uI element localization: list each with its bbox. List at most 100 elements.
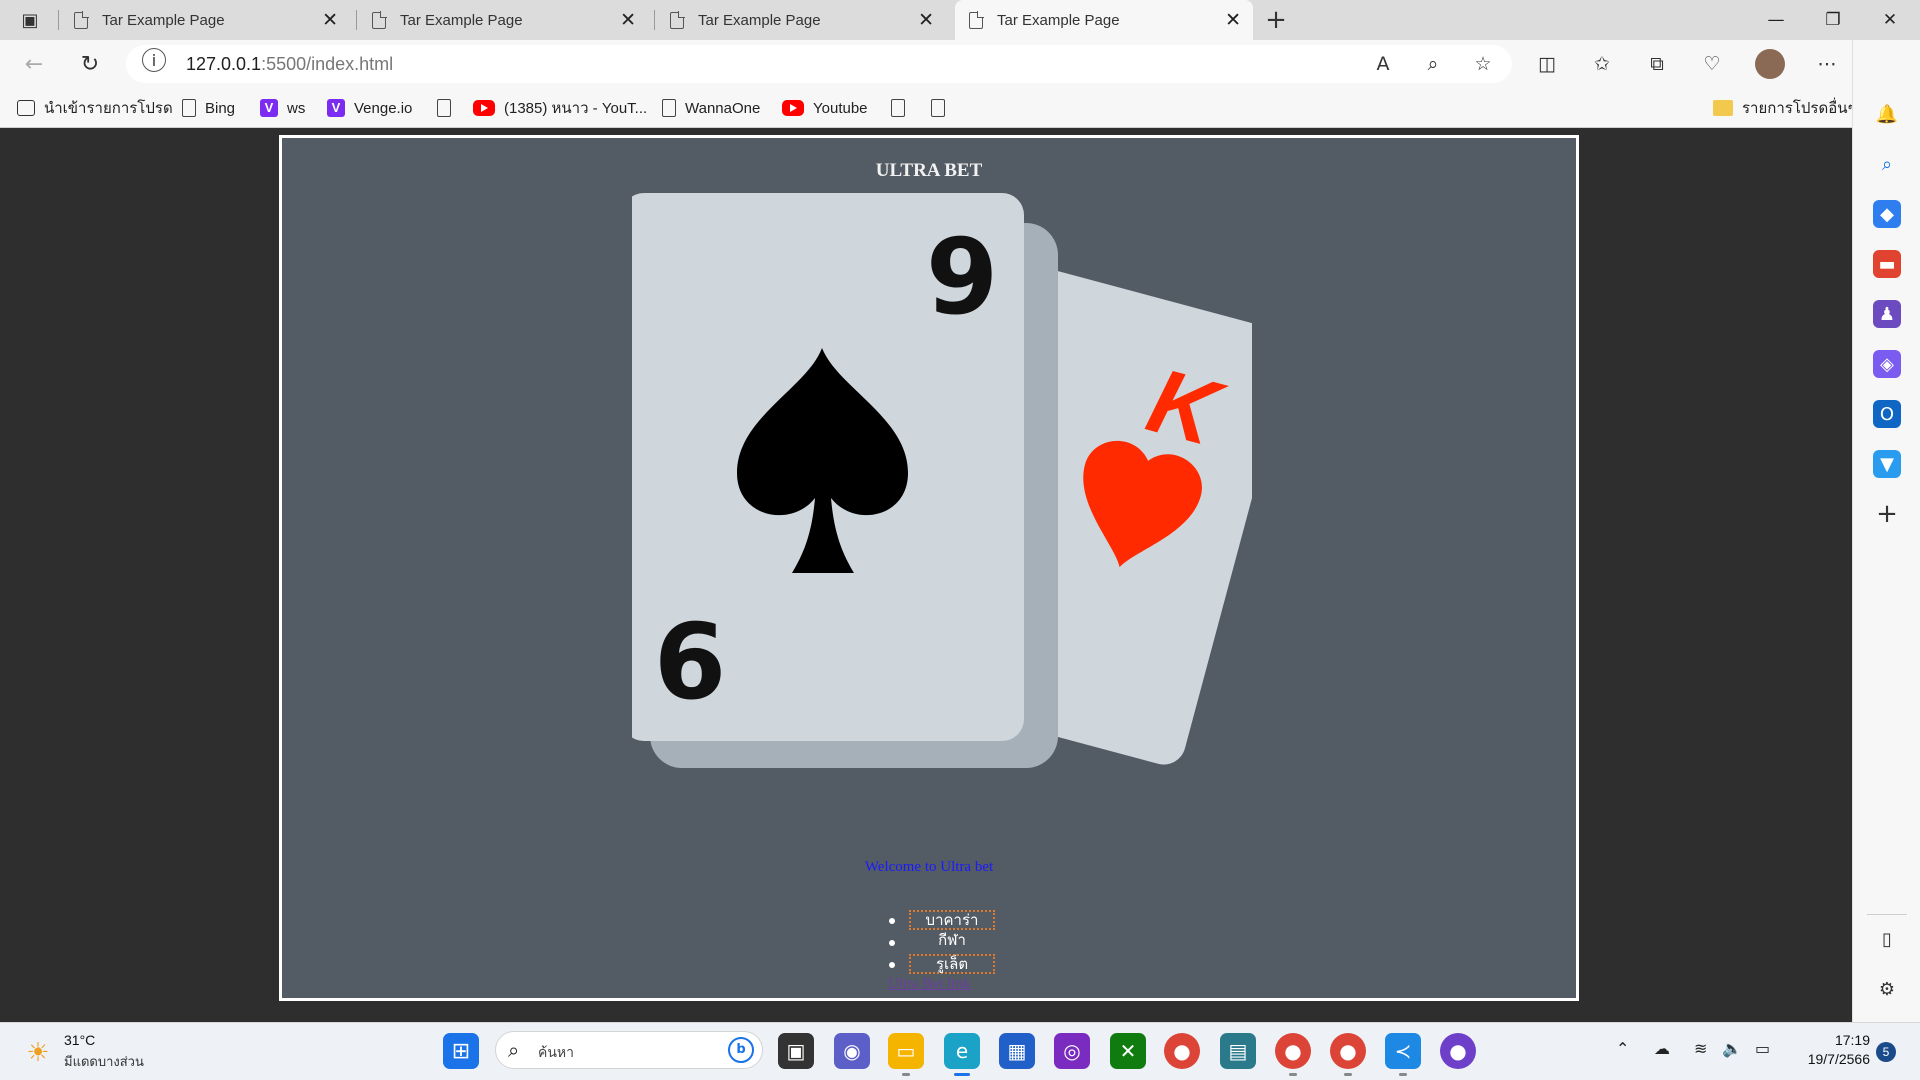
browser-essentials-icon[interactable]: ♡	[1697, 49, 1727, 79]
search-icon: ⌕	[508, 1038, 520, 1062]
taskbar-search[interactable]: ⌕ ค้นหา b	[495, 1031, 763, 1069]
page-icon	[891, 99, 905, 117]
close-icon[interactable]: ✕	[620, 9, 636, 32]
folder-icon	[1713, 100, 1733, 116]
drop-icon[interactable]: ▼	[1873, 450, 1901, 478]
split-screen-icon[interactable]: ◫	[1532, 49, 1562, 79]
youtube-icon	[782, 100, 804, 116]
bing-icon: b	[728, 1037, 754, 1063]
weather-desc[interactable]: มีแดดบางส่วน	[64, 1051, 144, 1072]
search-icon[interactable]: ⌕	[1873, 150, 1901, 178]
tab-title: Tar Example Page	[102, 11, 225, 29]
chrome-profile-icon[interactable]: ●	[1275, 1033, 1311, 1076]
bookmarks-bar: นำเข้ารายการโปรด Bing V ws V Venge.io (1…	[0, 88, 1920, 128]
wifi-icon[interactable]: ≋	[1694, 1039, 1707, 1058]
close-icon[interactable]: ✕	[918, 9, 934, 32]
vscode-icon[interactable]: ≺	[1385, 1033, 1421, 1076]
back-button[interactable]: ←	[18, 48, 50, 80]
minimize-button[interactable]: —	[1748, 0, 1804, 40]
site-info-icon[interactable]: i	[142, 48, 166, 72]
address-bar[interactable]: i 127.0.0.1:5500/index.html A ⌕ ☆	[126, 45, 1512, 83]
chat-icon[interactable]: ◉	[834, 1033, 870, 1069]
zoom-icon[interactable]: ⌕	[1418, 49, 1448, 79]
tab-3[interactable]: Tar Example Page ✕	[656, 0, 946, 40]
xbox-icon[interactable]: ✕	[1110, 1033, 1146, 1069]
tab-title: Tar Example Page	[400, 11, 523, 29]
favorites-icon[interactable]: ✩	[1587, 49, 1617, 79]
clock-time[interactable]: 17:19	[1790, 1032, 1870, 1048]
close-icon[interactable]: ✕	[322, 9, 338, 32]
battery-icon[interactable]: ▭	[1755, 1039, 1770, 1058]
import-icon	[17, 100, 35, 116]
start-button[interactable]: ⊞	[443, 1033, 479, 1069]
read-aloud-icon[interactable]: A	[1368, 49, 1398, 79]
page-title: ULTRA BET	[875, 160, 983, 181]
sidebar-toggle-icon[interactable]: ▯	[1873, 925, 1901, 953]
bell-icon[interactable]: 🔔	[1873, 100, 1901, 128]
outlook-icon[interactable]: O	[1873, 400, 1901, 428]
chrome-profile-2-icon[interactable]: ●	[1330, 1033, 1366, 1076]
bookmark-blank-2[interactable]	[891, 96, 914, 120]
favorite-star-icon[interactable]: ☆	[1468, 49, 1498, 79]
bookmark-blank-1[interactable]	[437, 96, 460, 120]
page-content-frame: ULTRA BET K 9 6 Welcome to Ultra bet บาค…	[279, 135, 1579, 1001]
restore-button[interactable]: ❐	[1805, 0, 1861, 40]
bookmark-blank-3[interactable]	[931, 96, 954, 120]
profile-avatar[interactable]	[1755, 49, 1785, 79]
toolbox-icon[interactable]: ▬	[1873, 250, 1901, 278]
edge-icon[interactable]: e	[944, 1033, 980, 1076]
settings-gear-icon[interactable]: ⚙	[1873, 975, 1901, 1003]
task-view-icon[interactable]: ▣	[778, 1033, 814, 1069]
menu-label: กีฬา	[938, 933, 966, 949]
page-icon	[74, 10, 89, 29]
welcome-link[interactable]: Welcome to Ultra bet	[282, 859, 1576, 876]
github-icon[interactable]: ●	[1440, 1033, 1476, 1069]
chevron-up-icon[interactable]: ⌃	[1616, 1039, 1629, 1058]
menu-label: รูเล็ต	[909, 954, 995, 974]
bookmark-bing[interactable]: Bing	[182, 96, 235, 120]
games-icon[interactable]: ♟	[1873, 300, 1901, 328]
collections-icon[interactable]: ⧉	[1642, 49, 1672, 79]
file-explorer-icon[interactable]: ▭	[888, 1033, 924, 1076]
store-icon[interactable]: ▦	[999, 1033, 1035, 1069]
chrome-icon[interactable]: ●	[1164, 1033, 1200, 1069]
tab-strip: ▣ Tar Example Page ✕ Tar Example Page ✕ …	[0, 0, 1920, 40]
cloud-icon[interactable]: ☁	[1654, 1039, 1670, 1058]
bookmark-ws[interactable]: V ws	[260, 96, 305, 120]
tab-4-active[interactable]: Tar Example Page ✕	[955, 0, 1253, 40]
page-icon	[182, 99, 196, 117]
keyboard-icon[interactable]: ▤	[1220, 1033, 1256, 1069]
tab-2[interactable]: Tar Example Page ✕	[358, 0, 648, 40]
tab-actions-icon[interactable]: ▣	[14, 4, 46, 36]
bookmark-venge[interactable]: V Venge.io	[327, 96, 412, 120]
bookmark-youtube[interactable]: Youtube	[782, 96, 868, 120]
ultra-bet-link[interactable]: Ultra Bet link	[282, 976, 1576, 993]
other-favorites[interactable]: รายการโปรดอื่นๆ	[1713, 96, 1856, 120]
shopping-tag-icon[interactable]: ◆	[1873, 200, 1901, 228]
bookmark-import[interactable]: นำเข้ารายการโปรด	[17, 96, 173, 120]
venge-icon: V	[327, 99, 345, 117]
weather-icon[interactable]: ☀	[20, 1035, 56, 1071]
microsoft365-icon[interactable]: ◈	[1873, 350, 1901, 378]
clock-date[interactable]: 19/7/2566	[1780, 1051, 1870, 1067]
close-icon[interactable]: ✕	[1225, 9, 1241, 32]
tab-1[interactable]: Tar Example Page ✕	[60, 0, 350, 40]
new-tab-button[interactable]: +	[1260, 4, 1292, 36]
refresh-button[interactable]: ↻	[74, 48, 106, 80]
bookmark-wannaone[interactable]: WannaOne	[662, 96, 760, 120]
add-icon[interactable]: +	[1873, 499, 1901, 529]
page-icon	[969, 10, 984, 29]
tab-title: Tar Example Page	[997, 11, 1120, 29]
menu-label: บาคาร่า	[909, 910, 995, 930]
page-icon	[437, 99, 451, 117]
app-icon[interactable]: ◎	[1054, 1033, 1090, 1069]
weather-temp[interactable]: 31°C	[64, 1032, 95, 1048]
more-options-icon[interactable]: ⋯	[1812, 49, 1842, 79]
bookmark-youtube-song[interactable]: (1385) หนาว - YouT...	[473, 96, 647, 120]
youtube-icon	[473, 100, 495, 116]
edge-sidebar: 🔔 ⌕ ◆ ▬ ♟ ◈ O ▼ + ▯ ⚙	[1852, 40, 1920, 1022]
close-window-button[interactable]: ✕	[1862, 0, 1918, 40]
card-top-rank: 9	[926, 216, 998, 338]
notification-badge[interactable]: 5	[1876, 1042, 1896, 1062]
volume-icon[interactable]: 🔈	[1722, 1039, 1742, 1058]
